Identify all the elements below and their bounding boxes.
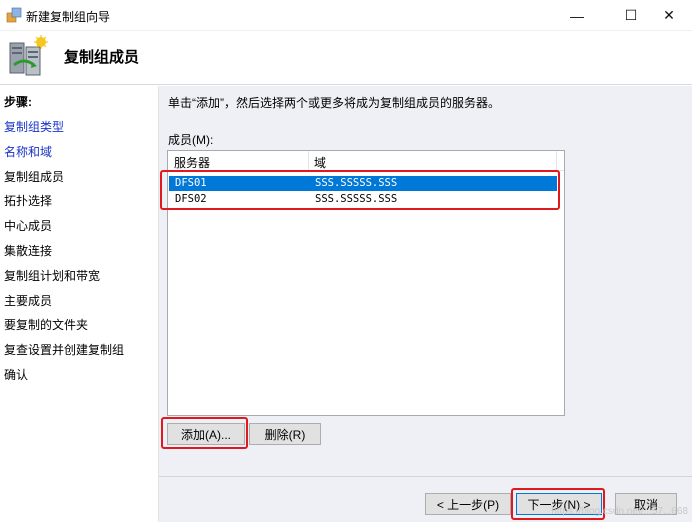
step-topology-selection: 拓扑选择: [4, 194, 53, 209]
step-folders-to-replicate: 要复制的文件夹: [4, 318, 89, 333]
list-row-selected[interactable]: DFS01 SSS.SSSSS.SSS: [169, 176, 557, 191]
remove-button-label: 删除(R): [264, 427, 306, 442]
step-name-and-domain[interactable]: 名称和域: [4, 143, 124, 168]
step-primary-member: 主要成员: [4, 293, 53, 308]
steps-list: 复制组类型 名称和域 复制组成员 拓扑选择 中心成员 集散连接 复制组计划和带宽…: [4, 118, 124, 391]
main-panel: 单击“添加”，然后选择两个或更多将成为复制组成员的服务器。 成员(M): 服务器…: [158, 86, 692, 522]
step-replication-group-members: 复制组成员: [4, 169, 65, 184]
steps-title: 步骤:: [4, 95, 32, 109]
instruction-text: 单击“添加”，然后选择两个或更多将成为复制组成员的服务器。: [168, 96, 500, 110]
steps-sidebar: 步骤: 复制组类型 名称和域 复制组成员 拓扑选择 中心成员 集散连接 复制组计…: [0, 86, 158, 522]
minimize-button[interactable]: —: [554, 0, 600, 31]
column-header-server[interactable]: 服务器: [174, 154, 210, 171]
cell-domain: SSS.SSSSS.SSS: [315, 177, 398, 189]
step-hub-spoke-connections: 集散连接: [4, 243, 53, 258]
step-hub-members: 中心成员: [4, 219, 53, 234]
replication-servers-icon: [6, 35, 48, 77]
add-button[interactable]: 添加(A)...: [167, 423, 245, 445]
list-row[interactable]: DFS02 SSS.SSSSS.SSS: [169, 192, 557, 207]
window-title: 新建复制组向导: [26, 10, 111, 24]
list-header: 服务器 域: [168, 151, 564, 171]
wizard-header: 复制组成员: [0, 31, 692, 85]
column-header-domain[interactable]: 域: [314, 154, 326, 171]
title-bar: 新建复制组向导 — ☐ ✕: [0, 0, 692, 31]
members-listview[interactable]: 服务器 域 DFS01 SSS.SSSSS.SSS DFS02 SSS.SSSS…: [167, 150, 565, 416]
column-divider[interactable]: [308, 151, 309, 171]
watermark-text: https://blog.csdn.net/...57...668: [551, 506, 688, 517]
column-divider[interactable]: [556, 151, 557, 171]
cell-server: DFS02: [175, 193, 207, 205]
step-confirmation: 确认: [4, 367, 29, 382]
add-button-label: 添加(A)...: [181, 427, 231, 442]
cell-domain: SSS.SSSSS.SSS: [315, 193, 398, 205]
cell-server: DFS01: [175, 177, 207, 189]
back-button-label: < 上一步(P): [436, 497, 500, 512]
wizard-app-icon: [6, 7, 22, 23]
members-label: 成员(M):: [168, 133, 214, 147]
close-button[interactable]: ✕: [646, 0, 692, 31]
step-review-and-create: 复查设置并创建复制组: [4, 343, 125, 358]
step-replication-group-type[interactable]: 复制组类型: [4, 118, 124, 143]
footer-separator: [159, 476, 692, 477]
back-button[interactable]: < 上一步(P): [425, 493, 511, 515]
remove-button[interactable]: 删除(R): [249, 423, 321, 445]
step-schedule-and-bandwidth: 复制组计划和带宽: [4, 268, 101, 283]
page-heading: 复制组成员: [64, 49, 140, 66]
